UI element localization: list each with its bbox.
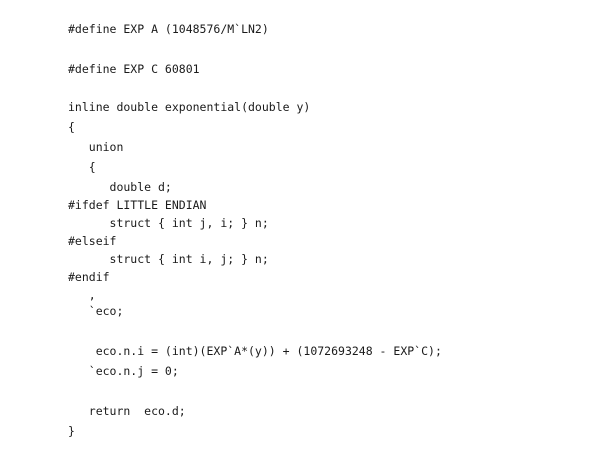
code-line-define-exp-a: #define EXP A (1048576/M`LN2) [68, 22, 269, 36]
code-line-eco: `eco; [68, 304, 124, 318]
code-line-ifdef: #ifdef LITTLE ENDIAN [68, 198, 207, 212]
code-line-union: union [68, 140, 124, 154]
code-line-struct-ij: struct { int i, j; } n; [68, 252, 269, 266]
document-page: #define EXP A (1048576/M`LN2) #define EX… [0, 0, 610, 455]
code-line-union-open-brace: { [68, 160, 96, 174]
code-line-open-brace: { [68, 120, 75, 134]
code-line-return: return eco.d; [68, 404, 186, 418]
code-line-elseif: #elseif [68, 234, 117, 248]
code-line-struct-ji: struct { int j, i; } n; [68, 216, 269, 230]
code-line-double-d: double d; [68, 180, 172, 194]
code-line-function-signature: inline double exponential(double y) [68, 100, 311, 114]
code-line-define-exp-c: #define EXP C 60801 [68, 62, 200, 76]
code-line-eco-n-i: eco.n.i = (int)(EXP`A*(y)) + (1072693248… [68, 344, 442, 358]
code-line-eco-n-j: `eco.n.j = 0; [68, 364, 179, 378]
code-line-close-brace: } [68, 424, 75, 438]
code-line-endif: #endif [68, 270, 110, 284]
